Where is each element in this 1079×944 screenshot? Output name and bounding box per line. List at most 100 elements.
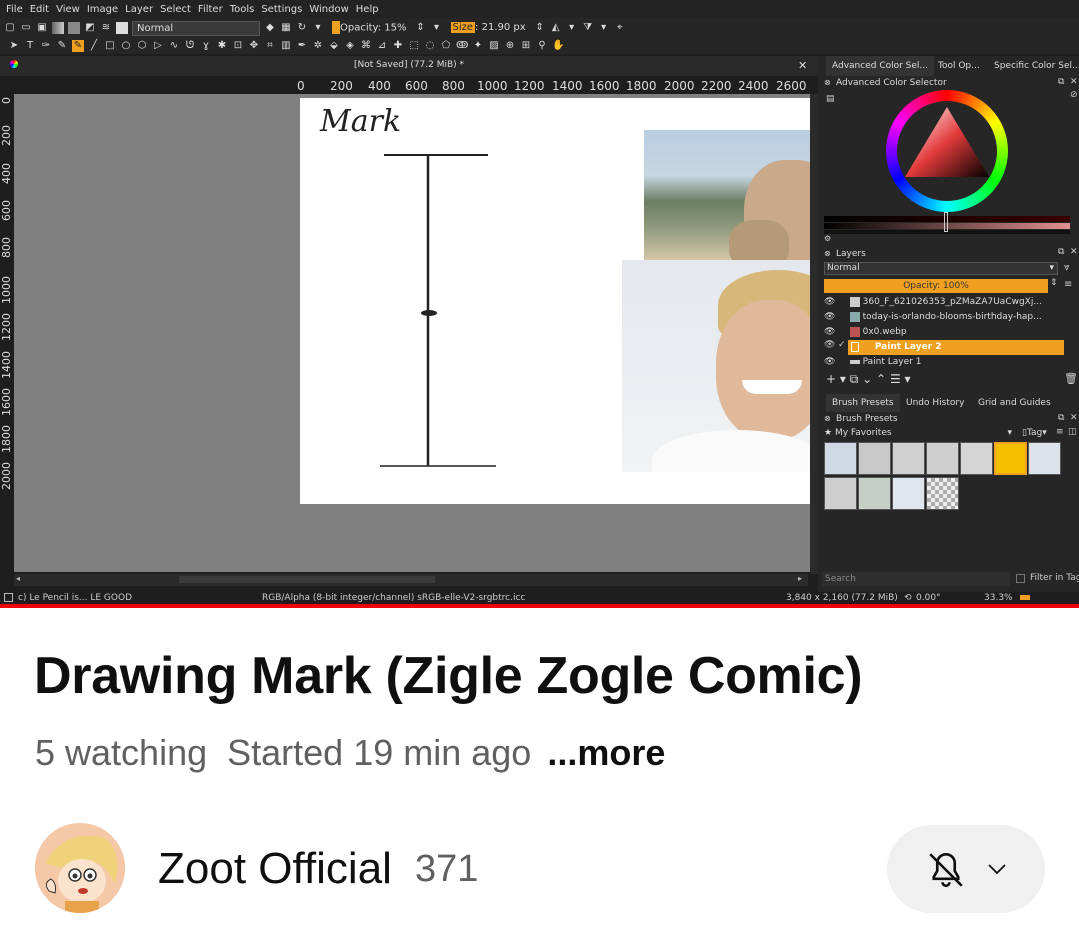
brush-preset-airbrush[interactable] (858, 442, 891, 475)
close-docker-icon[interactable]: ✕ (1070, 77, 1078, 87)
color-wheel[interactable] (886, 90, 1008, 212)
bezier-select-icon[interactable]: ⊕ (504, 40, 516, 52)
favorites-dropdown[interactable]: ★ My Favorites ▾ (824, 427, 1016, 440)
brush-preset-eraser[interactable] (824, 442, 857, 475)
smart-patch-icon[interactable]: ✲ (312, 40, 324, 52)
tab-tool-options[interactable]: Tool Op... (932, 56, 986, 76)
ellipse-select-icon[interactable]: ◌ (424, 40, 436, 52)
opacity-field[interactable]: Opacity: 15% (328, 20, 411, 36)
channel-name[interactable]: Zoot Official (158, 844, 392, 894)
scroll-left-icon[interactable]: ◂ (16, 574, 20, 583)
checkmark-icon[interactable]: ✓ (838, 340, 846, 350)
crop-tool-icon[interactable]: ⌗ (264, 40, 276, 52)
blend-mode-dropdown[interactable]: Normal (132, 20, 260, 36)
menu-view[interactable]: View (56, 4, 80, 15)
transform-icon[interactable]: ⊡ (232, 40, 244, 52)
close-docker-icon[interactable]: ✕ (1070, 413, 1078, 423)
notification-button[interactable] (887, 825, 1045, 913)
layer-opacity-slider[interactable]: Opacity: 100% (824, 279, 1048, 293)
color-bar-marker[interactable] (944, 212, 948, 232)
menu-settings[interactable]: Settings (261, 4, 302, 15)
visibility-eye-icon[interactable]: 👁 (824, 357, 835, 367)
video-title[interactable]: Drawing Mark (Zigle Zogle Comic) (34, 646, 863, 706)
alpha-lock-icon[interactable]: ▦ (280, 22, 292, 34)
measure-tool-icon[interactable]: ⊿ (376, 40, 388, 52)
scroll-right-icon[interactable]: ▸ (798, 574, 802, 583)
layer-row[interactable]: 👁 today-is-orlando-blooms-birthday-hap..… (824, 310, 1070, 325)
horizontal-scrollbar[interactable]: ◂ ▸ (14, 574, 808, 586)
more-link[interactable]: ...more (547, 732, 665, 773)
save-icon[interactable]: ▣ (36, 22, 48, 34)
layer-row[interactable]: 👁 0x0.webp (824, 325, 1070, 340)
layer-blend-mode-dropdown[interactable]: Normal ▾ (824, 262, 1058, 275)
color-reset-icon[interactable]: ⊘ (1070, 90, 1078, 100)
move-tool-icon[interactable]: ✥ (248, 40, 260, 52)
docker-close-icon[interactable]: ⊗ (824, 249, 831, 258)
brush-preset-icon[interactable] (116, 22, 128, 34)
vertical-scrollbar[interactable] (810, 94, 818, 574)
text-tool-icon[interactable]: T (24, 40, 36, 52)
float-docker-icon[interactable]: ⧉ (1058, 247, 1064, 257)
dynamic-brush-icon[interactable]: ɣ (200, 40, 212, 52)
eraser-icon[interactable]: ◆ (264, 22, 276, 34)
mirror-vertical-icon[interactable]: ⧩ (582, 22, 594, 34)
opacity-stepper-icon[interactable]: ⇕ (1050, 278, 1058, 288)
mirror-horizontal-icon[interactable]: ◭ (550, 22, 562, 34)
layer-properties-icon[interactable]: ☰ (890, 372, 901, 386)
bezier-tool-icon[interactable]: ∿ (168, 40, 180, 52)
ellipse-tool-icon[interactable]: ○ (120, 40, 132, 52)
fill-tool-icon[interactable]: ⬙ (328, 40, 340, 52)
tab-undo-history[interactable]: Undo History (900, 394, 970, 412)
docker-close-icon[interactable]: ⊗ (824, 414, 831, 423)
move-layer-up-icon[interactable]: ⌃ (876, 372, 886, 386)
visibility-eye-icon[interactable]: 👁 (824, 340, 835, 350)
brush-search-input[interactable]: Search (822, 572, 1010, 586)
filter-in-tag-checkbox[interactable] (1016, 574, 1025, 583)
brush-preset-fill[interactable] (858, 477, 891, 510)
zoom-tool-icon[interactable]: ⚲ (536, 40, 548, 52)
video-meta[interactable]: 5 watching Started 19 min ago ...more (35, 732, 665, 774)
reference-image-landscape-actor[interactable] (644, 130, 810, 260)
menu-tools[interactable]: Tools (230, 4, 255, 15)
select-shapes-icon[interactable]: ➤ (8, 40, 20, 52)
layer-row[interactable]: 👁 Paint Layer 1 (824, 355, 1070, 370)
scrollbar-thumb[interactable] (179, 576, 435, 583)
tab-advanced-color-selector[interactable]: Advanced Color Sel... (826, 56, 935, 76)
visibility-eye-icon[interactable]: 👁 (824, 327, 835, 337)
assistant-tool-icon[interactable]: ⌘ (360, 40, 372, 52)
magic-wand-icon[interactable]: ✦ (472, 40, 484, 52)
dropdown-arrow-icon[interactable]: ▾ (840, 372, 846, 386)
dropdown-arrow-icon[interactable]: ▾ (566, 22, 578, 34)
settings-icon[interactable]: ⚙ (824, 234, 831, 243)
tag-dropdown[interactable]: ▯Tag▾ (1022, 427, 1047, 440)
menu-layer[interactable]: Layer (125, 4, 153, 15)
brush-settings-icon[interactable]: ≋ (100, 22, 112, 34)
rect-select-icon[interactable]: ⬚ (408, 40, 420, 52)
dropdown-arrow-icon[interactable]: ▾ (312, 22, 324, 34)
dropdown-arrow-icon[interactable]: ▾ (431, 22, 443, 34)
menu-image[interactable]: Image (87, 4, 118, 15)
color-swap-icon[interactable]: ◩ (84, 22, 96, 34)
size-field[interactable]: Size: 21.90 px (447, 21, 530, 36)
freehand-path-icon[interactable]: ᘎ (184, 40, 196, 52)
brush-preset-pen[interactable] (926, 442, 959, 475)
color-selector-menu-icon[interactable]: ▤ (826, 94, 835, 104)
similar-select-icon[interactable]: ▨ (488, 40, 500, 52)
rectangle-tool-icon[interactable]: □ (104, 40, 116, 52)
brush-preset-charcoal[interactable] (824, 477, 857, 510)
brush-preset-ink[interactable] (892, 442, 925, 475)
new-document-icon[interactable]: ▢ (4, 22, 16, 34)
edit-shapes-icon[interactable]: ✎ (56, 40, 68, 52)
wrap-around-icon[interactable]: ⌖ (614, 22, 626, 34)
add-layer-icon[interactable]: + (826, 372, 836, 386)
menu-window[interactable]: Window (309, 4, 348, 15)
brush-preset-blue-pen[interactable] (1028, 442, 1061, 475)
multibrush-icon[interactable]: ✱ (216, 40, 228, 52)
brush-preset-transparency[interactable] (926, 477, 959, 510)
close-docker-icon[interactable]: ✕ (1070, 247, 1078, 257)
line-tool-icon[interactable]: ╱ (88, 40, 100, 52)
canvas-viewport[interactable]: Mark (14, 94, 810, 572)
delete-layer-icon[interactable]: 🗑 (1064, 372, 1078, 385)
calligraphy-icon[interactable]: ✑ (40, 40, 52, 52)
menu-help[interactable]: Help (356, 4, 379, 15)
